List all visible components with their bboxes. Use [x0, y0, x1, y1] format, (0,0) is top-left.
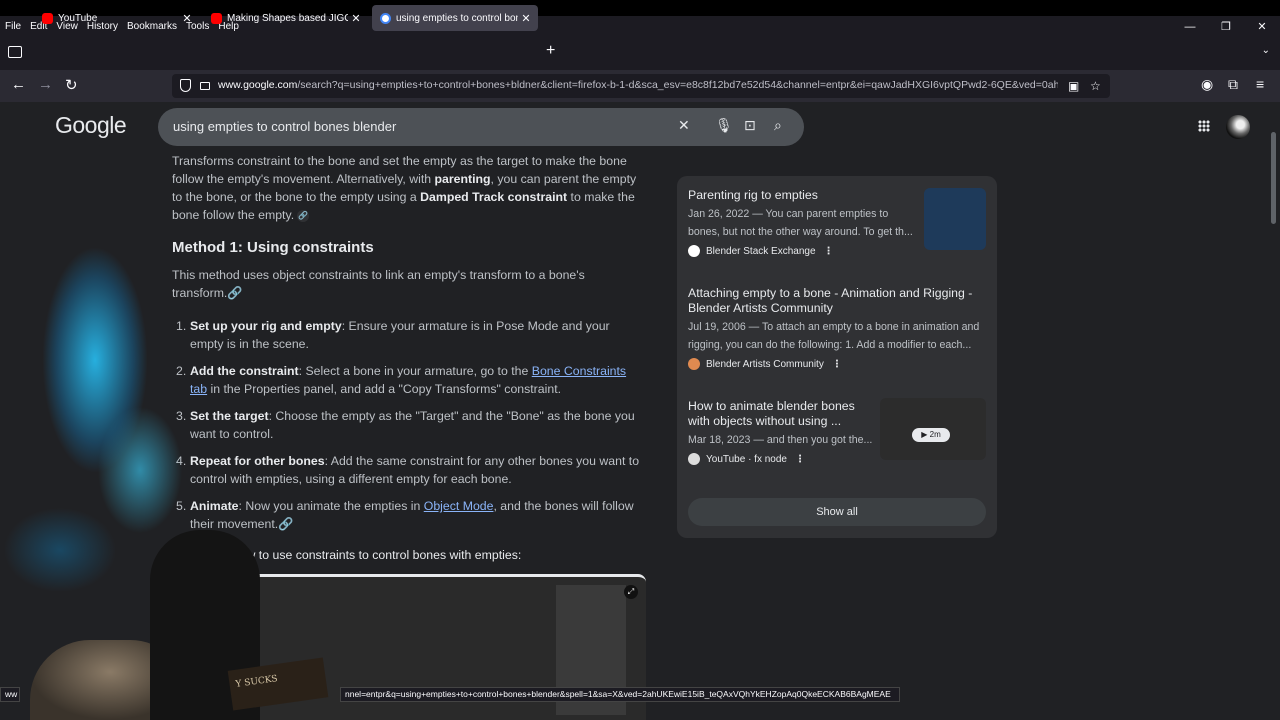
source-title[interactable]: Parenting rig to empties [688, 188, 908, 203]
object-constraints-link[interactable]: object constraints [272, 268, 368, 282]
tab-jiggle[interactable]: Making Shapes based JIGGLE C ✕ [203, 5, 368, 31]
youtube-icon [211, 12, 222, 24]
list-item: 5. Animate: Now you animate the empties i… [176, 499, 634, 531]
reader-icon[interactable]: ▣ [1068, 79, 1079, 93]
search-box[interactable]: using empties to control bones blender ✕… [158, 108, 804, 146]
show-all-button[interactable]: Show all [688, 498, 986, 526]
source-site[interactable]: Blender Artists Community ⋮ [688, 358, 986, 370]
url-text[interactable]: www.google.com/search?q=using+empties+to… [218, 79, 1058, 91]
source-snippet: Mar 18, 2023 — and then you got the... [688, 434, 873, 446]
close-window-icon[interactable]: ✕ [1244, 16, 1280, 38]
source-snippet: Jul 19, 2006 — To attach an empty to a b… [688, 321, 980, 351]
scrollbar[interactable] [1271, 132, 1276, 224]
clear-icon[interactable]: ✕ [678, 117, 690, 134]
expand-icon[interactable]: ⤢ [624, 585, 638, 599]
source-title[interactable]: How to animate blender bones with object… [688, 399, 868, 429]
more-options-icon[interactable]: ⋮ [824, 246, 834, 257]
source-card[interactable]: Attaching empty to a bone - Animation an… [688, 286, 986, 370]
apps-grid-icon[interactable] [1198, 120, 1210, 132]
youtube-icon [42, 12, 53, 24]
list-item: 2. Add the constraint: Select a bone in y… [176, 364, 627, 396]
close-tab-icon[interactable]: ✕ [179, 12, 195, 25]
list-item: 3. Set the target: Choose the empty as th… [176, 409, 635, 441]
list-item: 4. Repeat for other bones: Add the same c… [176, 454, 640, 486]
ai-overview-intro: Transforms constraint to the bone and se… [172, 154, 637, 222]
more-options-icon[interactable]: ⋮ [795, 454, 805, 465]
avatar[interactable] [1226, 115, 1250, 139]
tab-strip [0, 36, 1280, 70]
shield-icon[interactable] [180, 79, 191, 92]
close-tab-icon[interactable]: ✕ [518, 12, 534, 25]
source-title[interactable]: Attaching empty to a bone - Animation an… [688, 286, 986, 316]
link-icon[interactable]: 🔗 [227, 286, 242, 300]
menu-icon[interactable]: ≡ [1256, 76, 1264, 92]
link-icon[interactable]: 🔗 [278, 517, 293, 531]
link-icon[interactable]: 🔗 [297, 209, 310, 222]
url-bar[interactable]: www.google.com/search?q=using+empties+to… [172, 74, 1110, 98]
search-input[interactable]: using empties to control bones blender [173, 119, 396, 134]
google-logo[interactable]: Google [55, 112, 127, 139]
youtube-channel-icon [688, 453, 700, 465]
tab-google-search[interactable]: using empties to control bones ✕ [372, 5, 538, 31]
lens-icon[interactable]: ⊡ [744, 117, 756, 134]
account-icon[interactable]: ◉ [1201, 76, 1213, 93]
steps-list: 1. Set up your rig and empty: Ensure your… [172, 317, 642, 542]
list-item: 1. Set up your rig and empty: Ensure your… [176, 319, 610, 351]
status-bar-left: ww [0, 687, 20, 702]
microphone-icon[interactable]: 🎙 [715, 117, 733, 134]
chevron-down-icon[interactable]: ⌄ [1262, 45, 1270, 56]
close-tab-icon[interactable]: ✕ [348, 12, 364, 25]
tab-title: YouTube [58, 12, 98, 24]
forward-icon[interactable]: → [38, 76, 53, 93]
nav-bar: ← → ↻ www.google.com/search?q=using+empt… [0, 70, 1280, 102]
tab-title: using empties to control bones [396, 12, 518, 24]
google-icon [380, 12, 391, 24]
back-icon[interactable]: ← [11, 76, 26, 93]
method-heading: Method 1: Using constraints [172, 239, 374, 256]
tab-list-icon[interactable] [8, 46, 22, 58]
method-description: This method uses object constraints to l… [172, 268, 585, 300]
extensions-icon[interactable]: ⧉ [1228, 76, 1238, 93]
stackexchange-icon [688, 245, 700, 257]
result-thumbnail[interactable] [924, 188, 986, 250]
star-icon[interactable]: ☆ [1090, 79, 1101, 93]
tab-title: Making Shapes based JIGGLE C [227, 12, 348, 24]
minimize-icon[interactable]: — [1172, 16, 1208, 38]
duration-badge: ▶ 2m [912, 428, 950, 442]
restore-icon[interactable]: ❐ [1208, 16, 1244, 38]
window-controls: — ❐ ✕ [1172, 16, 1280, 38]
reload-icon[interactable]: ↻ [65, 76, 78, 94]
menu-file[interactable]: File [5, 21, 21, 32]
object-mode-link[interactable]: Object Mode [424, 499, 494, 513]
blender-artists-icon [688, 358, 700, 370]
source-snippet: Jan 26, 2022 — You can parent empties to… [688, 208, 913, 238]
new-tab-icon[interactable]: + [546, 42, 555, 60]
status-bar-url: nnel=entpr&q=using+empties+to+control+bo… [340, 687, 900, 702]
tab-youtube[interactable]: YouTube ✕ [34, 5, 199, 31]
lock-icon[interactable] [200, 82, 210, 90]
sources-panel: Parenting rig to empties Jan 26, 2022 — … [677, 176, 997, 538]
search-icon[interactable]: ⌕ [774, 117, 782, 134]
video-thumbnail[interactable]: ▶ 2m [880, 398, 986, 460]
more-options-icon[interactable]: ⋮ [832, 359, 842, 370]
